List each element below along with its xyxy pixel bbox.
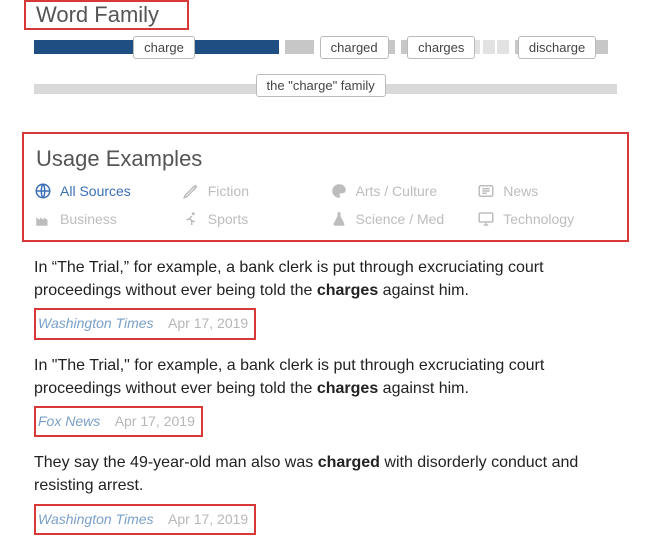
example-source: Washington Times bbox=[38, 511, 154, 527]
source-business[interactable]: Business bbox=[34, 210, 174, 228]
word-family-bar: charge charged charges discharge the "ch… bbox=[0, 38, 651, 108]
word-family-chip-discharge[interactable]: discharge bbox=[518, 36, 596, 59]
word-family-chip-charge[interactable]: charge bbox=[133, 36, 195, 59]
usage-example: They say the 49-year-old man also was ch… bbox=[0, 437, 651, 535]
source-label: Fiction bbox=[208, 183, 249, 199]
example-sentence: They say the 49-year-old man also was ch… bbox=[34, 451, 617, 497]
runner-icon bbox=[182, 210, 200, 228]
example-sentence: In “The Trial,” for example, a bank cler… bbox=[34, 256, 617, 302]
usage-example: In “The Trial,” for example, a bank cler… bbox=[0, 242, 651, 340]
word-family-chip-charges[interactable]: charges bbox=[407, 36, 475, 59]
globe-icon bbox=[34, 182, 52, 200]
source-label: News bbox=[503, 183, 538, 199]
source-all[interactable]: All Sources bbox=[34, 182, 174, 200]
source-arts[interactable]: Arts / Culture bbox=[330, 182, 470, 200]
news-icon bbox=[477, 182, 495, 200]
example-date: Apr 17, 2019 bbox=[168, 511, 248, 527]
example-source: Washington Times bbox=[38, 315, 154, 331]
usage-examples-title: Usage Examples bbox=[34, 142, 617, 182]
usage-example: In "The Trial," for example, a bank cler… bbox=[0, 340, 651, 438]
example-source: Fox News bbox=[38, 413, 100, 429]
example-citation[interactable]: Washington Times Apr 17, 2019 bbox=[34, 504, 256, 535]
source-science[interactable]: Science / Med bbox=[330, 210, 470, 228]
source-tech[interactable]: Technology bbox=[477, 210, 617, 228]
palette-icon bbox=[330, 182, 348, 200]
example-citation[interactable]: Fox News Apr 17, 2019 bbox=[34, 406, 203, 437]
source-label: Sports bbox=[208, 211, 248, 227]
usage-examples-panel: Usage Examples All Sources Fiction Arts … bbox=[22, 132, 629, 242]
word-family-chip-family[interactable]: the "charge" family bbox=[256, 74, 386, 97]
source-label: All Sources bbox=[60, 183, 131, 199]
source-news[interactable]: News bbox=[477, 182, 617, 200]
flask-icon bbox=[330, 210, 348, 228]
monitor-icon bbox=[477, 210, 495, 228]
word-family-chip-charged[interactable]: charged bbox=[320, 36, 389, 59]
example-date: Apr 17, 2019 bbox=[115, 413, 195, 429]
example-date: Apr 17, 2019 bbox=[168, 315, 248, 331]
source-fiction[interactable]: Fiction bbox=[182, 182, 322, 200]
source-label: Business bbox=[60, 211, 117, 227]
source-label: Arts / Culture bbox=[356, 183, 438, 199]
example-sentence: In "The Trial," for example, a bank cler… bbox=[34, 354, 617, 400]
source-label: Science / Med bbox=[356, 211, 445, 227]
pencil-icon bbox=[182, 182, 200, 200]
factory-icon bbox=[34, 210, 52, 228]
source-label: Technology bbox=[503, 211, 574, 227]
source-filter-grid: All Sources Fiction Arts / Culture News … bbox=[34, 182, 617, 228]
example-citation[interactable]: Washington Times Apr 17, 2019 bbox=[34, 308, 256, 339]
source-sports[interactable]: Sports bbox=[182, 210, 322, 228]
word-family-title: Word Family bbox=[26, 0, 187, 33]
